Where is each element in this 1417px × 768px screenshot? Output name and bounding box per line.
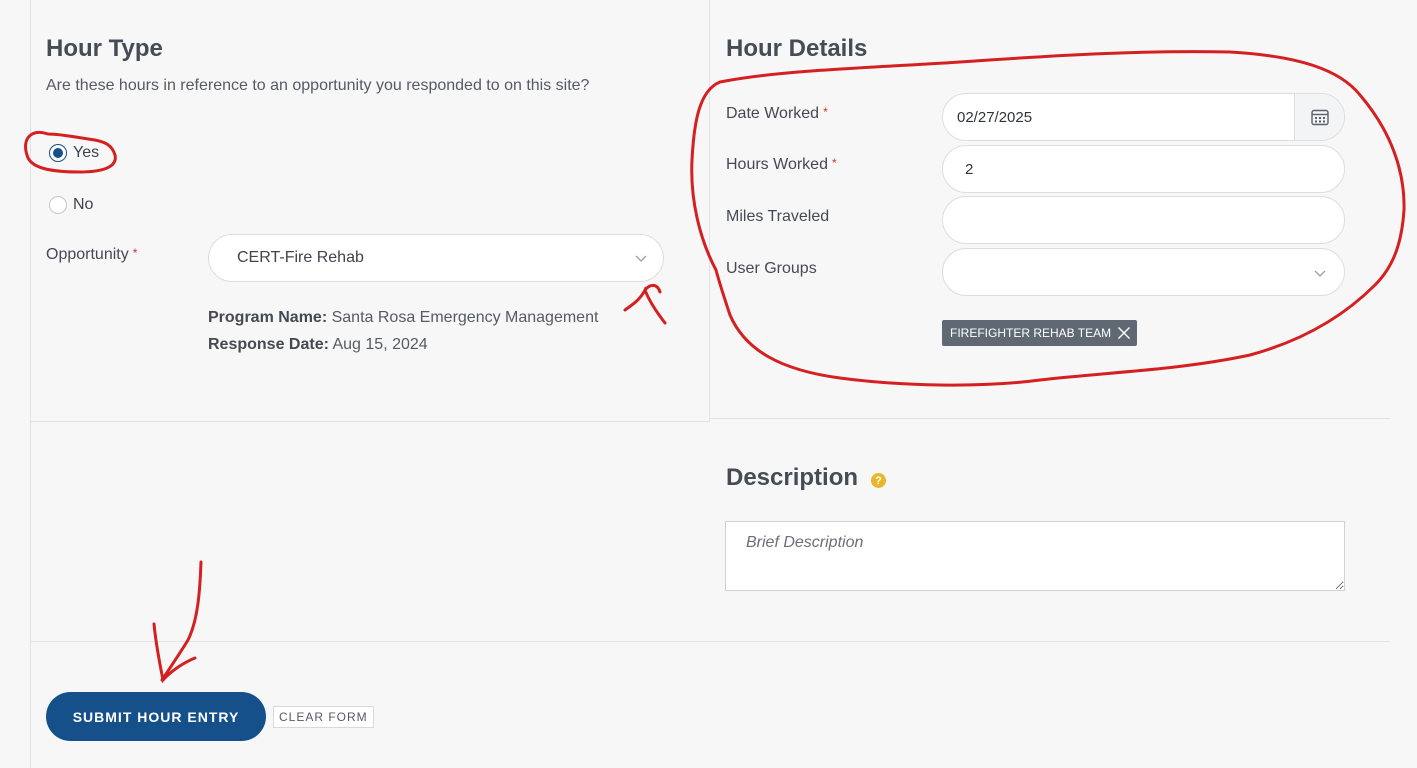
program-name-value: Santa Rosa Emergency Management <box>331 309 599 326</box>
annotation-arrow-dropdown <box>623 283 667 325</box>
chevron-down-icon <box>635 255 647 262</box>
response-date-label: Response Date: <box>208 336 329 353</box>
calendar-icon <box>1310 109 1329 126</box>
user-groups-label: User Groups <box>726 260 817 277</box>
response-date: Response Date: Aug 15, 2024 <box>208 336 428 354</box>
clear-form-button[interactable]: CLEAR FORM <box>273 706 374 728</box>
description-title: Description <box>726 464 859 491</box>
submit-hour-entry-button[interactable]: SUBMIT HOUR ENTRY <box>46 692 266 741</box>
opportunity-label: Opportunity * <box>46 246 137 264</box>
opportunity-select[interactable]: CERT-Fire Rehab <box>208 234 664 282</box>
section-divider-right <box>710 418 1390 419</box>
left-border <box>30 0 31 768</box>
opportunity-label-text: Opportunity <box>46 246 129 263</box>
hours-worked-label: Hours Worked * <box>726 156 837 174</box>
help-icon[interactable]: ? <box>871 473 886 488</box>
radio-yes[interactable]: Yes <box>49 144 99 162</box>
hours-worked-label-text: Hours Worked <box>726 156 828 173</box>
radio-yes-indicator[interactable] <box>49 144 67 162</box>
radio-no-label: No <box>73 196 94 213</box>
response-date-value: Aug 15, 2024 <box>332 336 428 353</box>
hour-entry-page: Hour Type Are these hours in reference t… <box>0 0 1417 768</box>
radio-no[interactable]: No <box>49 196 93 214</box>
radio-no-indicator[interactable] <box>49 196 67 214</box>
hour-details-title: Hour Details <box>726 35 868 62</box>
date-worked-label-text: Date Worked <box>726 105 820 122</box>
section-divider-left <box>30 421 710 422</box>
hours-worked-value: 2 <box>965 160 974 178</box>
column-divider <box>709 0 710 421</box>
miles-traveled-label: Miles Traveled <box>726 208 830 225</box>
hour-type-question: Are these hours in reference to an oppor… <box>46 77 590 94</box>
footer-divider <box>30 641 1390 642</box>
date-worked-value: 02/27/2025 <box>957 108 1033 126</box>
miles-traveled-field[interactable] <box>942 196 1345 244</box>
user-group-tag-label: FIREFIGHTER REHAB TEAM <box>950 326 1112 340</box>
date-worked-field[interactable]: 02/27/2025 <box>942 93 1345 141</box>
opportunity-select-value: CERT-Fire Rehab <box>237 249 364 266</box>
hours-worked-field[interactable]: 2 <box>942 145 1345 193</box>
required-mark: * <box>132 246 138 260</box>
description-textarea[interactable] <box>725 521 1345 591</box>
user-group-tag: FIREFIGHTER REHAB TEAM <box>942 320 1138 346</box>
calendar-button[interactable] <box>1294 94 1344 140</box>
radio-yes-label: Yes <box>73 144 100 161</box>
program-name: Program Name: Santa Rosa Emergency Manag… <box>208 309 598 327</box>
chevron-down-icon <box>1314 270 1326 277</box>
hour-type-title: Hour Type <box>46 35 163 62</box>
date-worked-label: Date Worked * <box>726 105 828 123</box>
required-mark: * <box>831 156 837 170</box>
close-icon[interactable] <box>1117 326 1131 340</box>
user-groups-select[interactable] <box>942 248 1345 296</box>
annotation-arrow-submit <box>152 560 203 684</box>
required-mark: * <box>823 105 828 119</box>
program-name-label: Program Name: <box>208 309 328 326</box>
